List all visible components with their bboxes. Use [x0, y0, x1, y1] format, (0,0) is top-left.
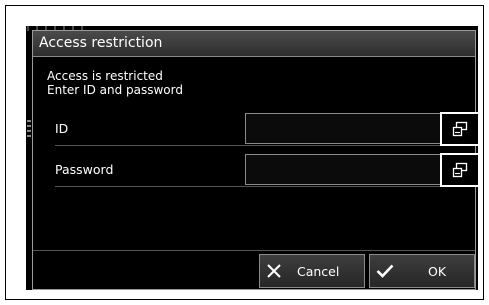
id-keyboard-button[interactable]	[440, 112, 480, 146]
password-label: Password	[55, 162, 114, 177]
ok-label: OK	[428, 264, 447, 279]
keyboard-window-icon	[452, 121, 468, 137]
message-line: Access is restricted	[47, 69, 163, 83]
footer-divider	[33, 250, 475, 251]
id-field[interactable]	[245, 113, 444, 144]
cancel-label: Cancel	[297, 264, 340, 279]
password-row: Password	[55, 153, 480, 187]
keyboard-window-icon	[452, 162, 468, 178]
dialog-message: Access is restricted Enter ID and passwo…	[47, 69, 183, 97]
access-restriction-dialog: Access restriction Access is restricted …	[32, 30, 480, 290]
checkmark-icon	[376, 264, 394, 278]
background-window-fragment	[27, 120, 31, 138]
message-line: Enter ID and password	[47, 83, 183, 97]
dialog-title-bar: Access restriction	[33, 31, 475, 57]
close-icon	[267, 264, 281, 278]
dialog-title: Access restriction	[39, 35, 163, 51]
cancel-button[interactable]: Cancel	[259, 254, 365, 288]
id-row: ID	[55, 112, 480, 146]
id-label: ID	[55, 121, 69, 136]
password-keyboard-button[interactable]	[440, 153, 480, 187]
password-field[interactable]	[245, 154, 444, 185]
ok-button[interactable]: OK	[369, 254, 475, 288]
